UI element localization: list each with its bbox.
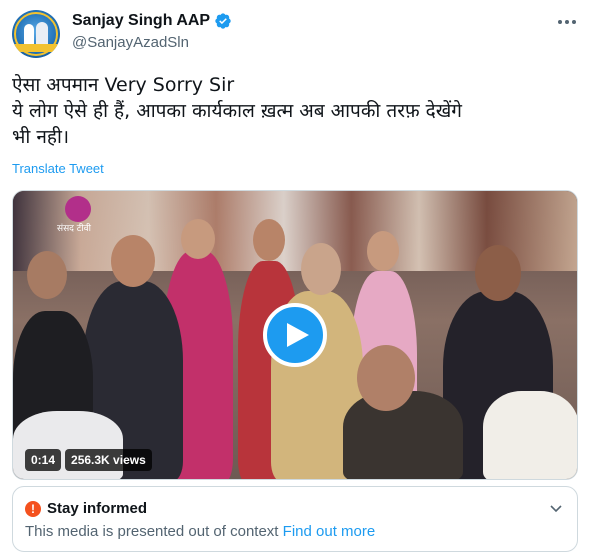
author-handle[interactable]: @SanjayAzadSln (72, 34, 189, 51)
channel-logo-text: संसद टीवी (57, 224, 92, 234)
tweet-text-line: भी नही। (12, 126, 70, 148)
notice-title-row: ! Stay informed (25, 500, 147, 517)
avatar[interactable] (12, 10, 60, 58)
video-player[interactable]: संसद टीवी 0:14 256.3K views (12, 190, 578, 480)
channel-logo (65, 196, 91, 222)
avatar-figure (24, 24, 34, 46)
stay-informed-notice[interactable]: ! Stay informed This media is presented … (12, 486, 578, 552)
notice-title: Stay informed (47, 500, 148, 517)
play-button[interactable] (263, 303, 327, 367)
tweet-text-line: ऐसा अपमान Very Sorry Sir (12, 74, 235, 96)
notice-body: This media is presented out of context F… (25, 523, 375, 540)
avatar-figure (36, 22, 48, 46)
translate-tweet-link[interactable]: Translate Tweet (12, 161, 104, 176)
warning-icon: ! (25, 500, 41, 517)
notice-body-text: This media is presented out of context (25, 523, 279, 540)
avatar-band (12, 44, 60, 52)
play-icon (286, 323, 309, 347)
find-out-more-link[interactable]: Find out more (283, 523, 376, 540)
verified-badge-icon (215, 13, 231, 29)
author-display-name[interactable]: Sanjay Singh AAP (72, 12, 210, 30)
tweet-text-line: ये लोग ऐसे ही हैं, आपका कार्यकाल ख़त्म अ… (12, 100, 463, 122)
video-views: 256.3K views (65, 449, 152, 471)
chevron-down-icon[interactable] (549, 501, 563, 515)
name-line: Sanjay Singh AAP (72, 12, 232, 30)
video-stats: 0:14 256.3K views (25, 449, 152, 471)
tweet-header: Sanjay Singh AAP @SanjayAzadSln (12, 10, 580, 58)
video-duration: 0:14 (25, 449, 62, 471)
tweet-text: ऐसा अपमान Very Sorry Sir ये लोग ऐसे ही ह… (12, 72, 580, 150)
more-options-icon[interactable] (558, 16, 578, 28)
